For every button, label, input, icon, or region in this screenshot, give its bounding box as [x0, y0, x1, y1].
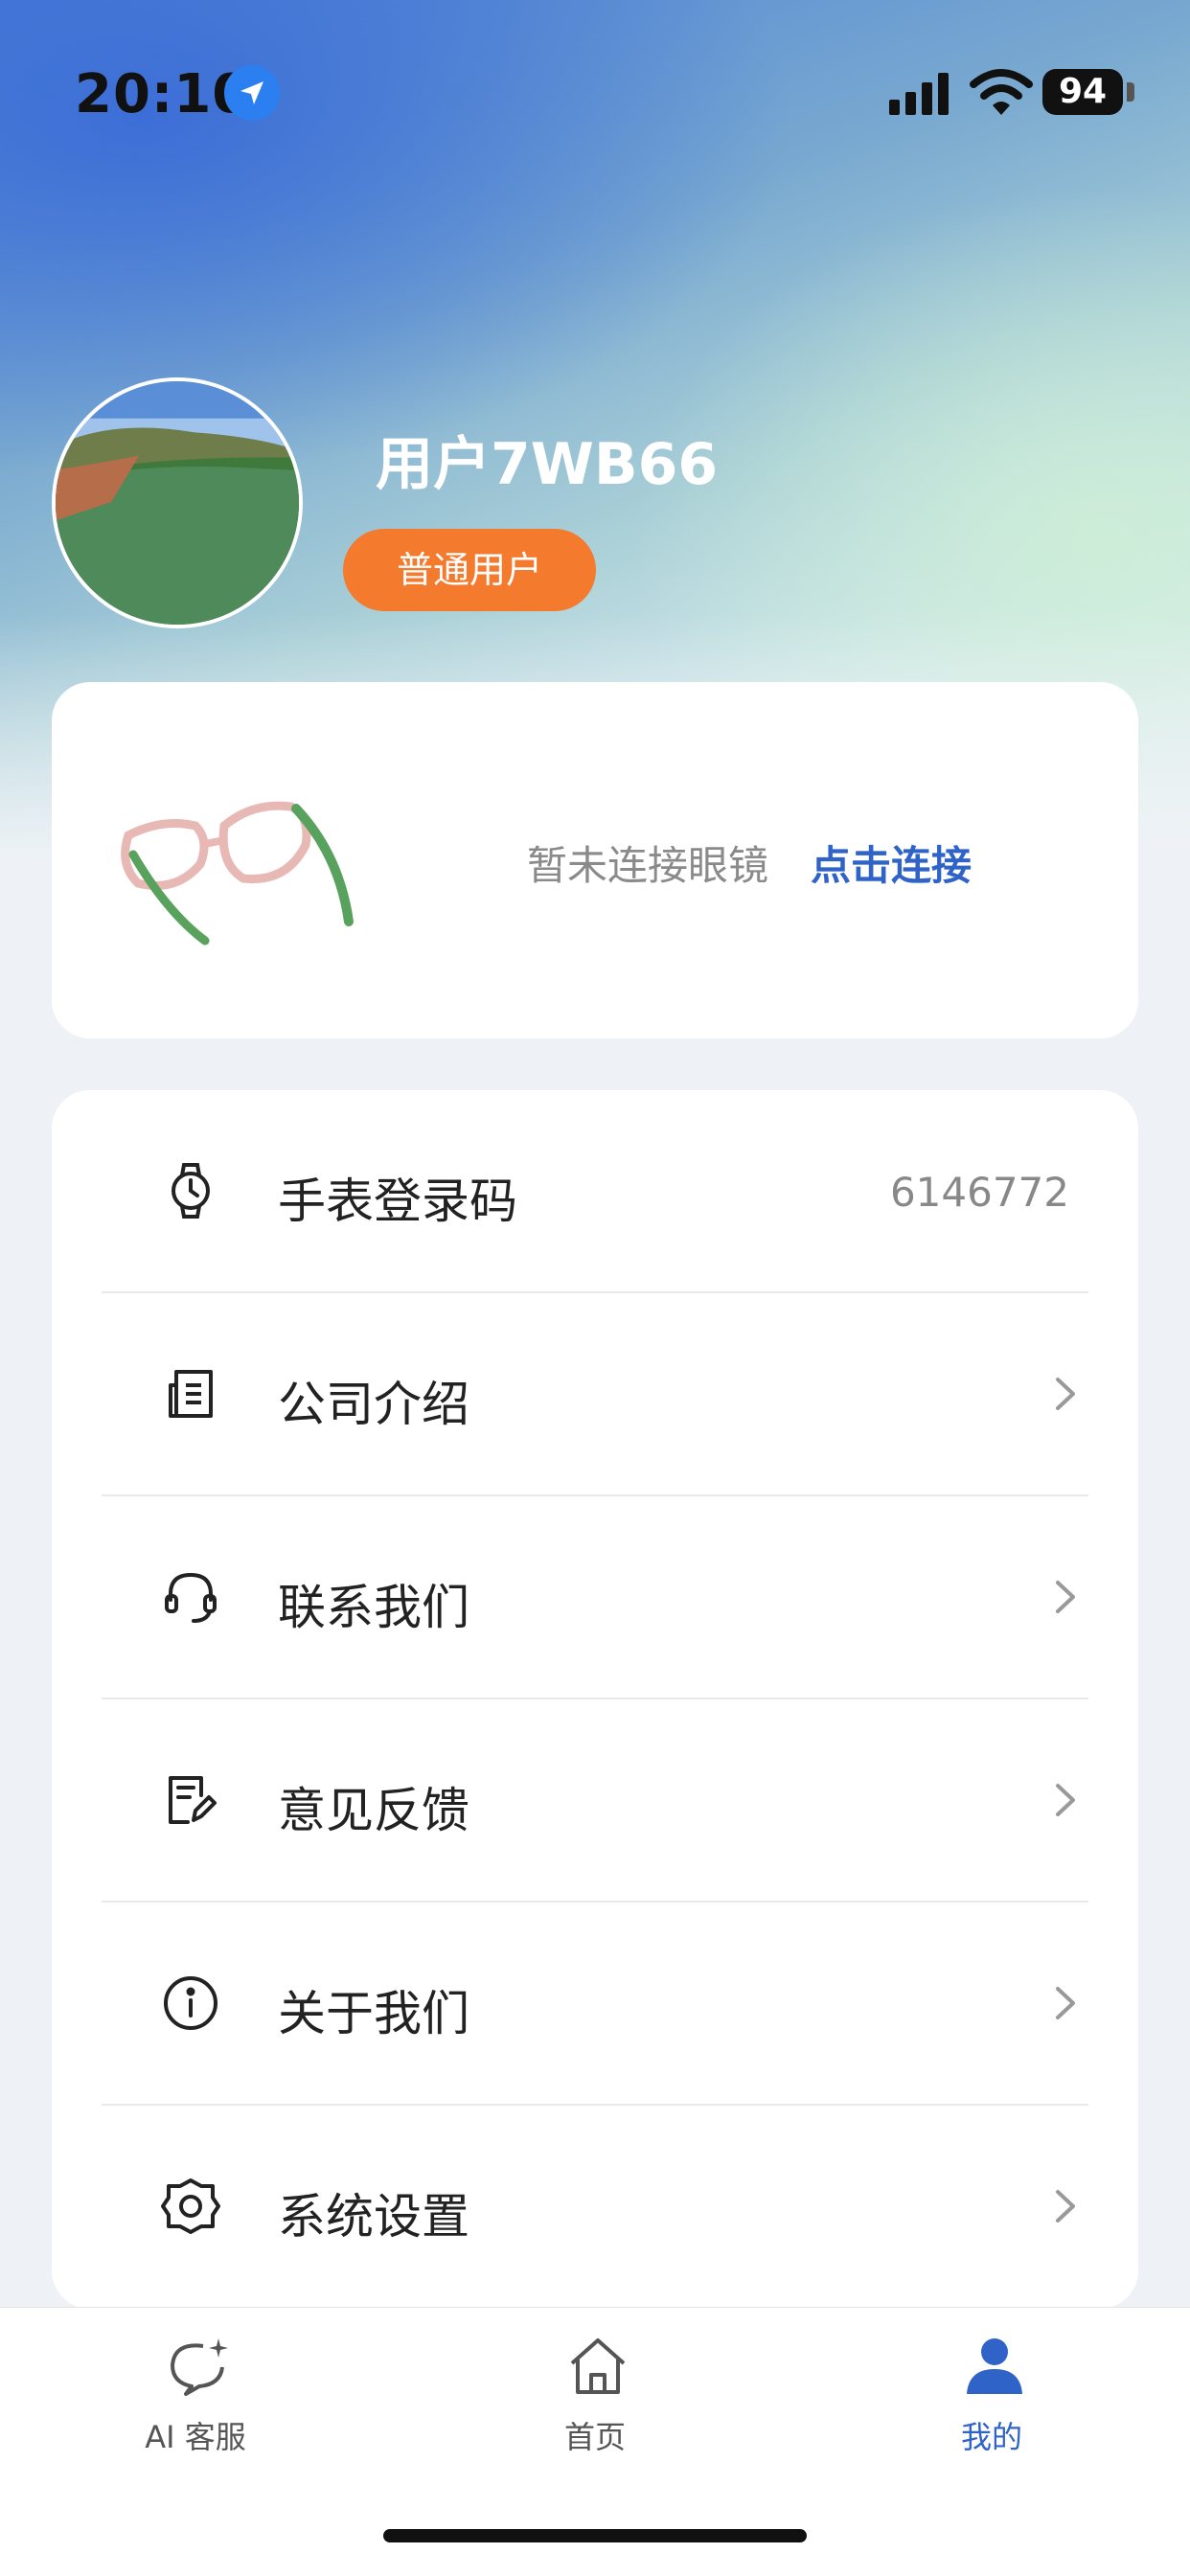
- watch-icon: [159, 1159, 222, 1222]
- menu-label: 意见反馈: [278, 1783, 469, 1838]
- watch-login-code-value: 6146772: [889, 1169, 1069, 1216]
- company-doc-icon: [159, 1362, 222, 1425]
- tab-label: 首页: [563, 2419, 626, 2455]
- chevron-right-icon: [1041, 1776, 1088, 1824]
- chevron-right-icon: [1041, 1979, 1088, 2027]
- menu-item-contact-us[interactable]: 联系我们: [102, 1496, 1088, 1699]
- chevron-right-icon: [1041, 1573, 1088, 1621]
- cellular-signal-icon: [887, 71, 950, 115]
- menu-label: 公司介绍: [278, 1377, 469, 1432]
- headset-icon: [159, 1565, 222, 1629]
- home-indicator: [383, 2529, 807, 2542]
- tab-home[interactable]: 首页: [499, 2333, 691, 2467]
- menu-item-watch-login-code[interactable]: 手表登录码 6146772: [102, 1090, 1088, 1293]
- chevron-right-icon: [1041, 2182, 1088, 2230]
- battery-tip: [1127, 82, 1134, 102]
- wifi-icon: [970, 67, 1033, 117]
- device-card: 暂未连接眼镜 点击连接: [52, 682, 1138, 1038]
- chevron-right-icon: [1041, 1370, 1088, 1418]
- tab-ai-service[interactable]: AI 客服: [100, 2333, 291, 2467]
- settings-menu: 手表登录码 6146772 公司介绍 联系我们 意见反馈 关于我们 系统设置: [52, 1090, 1138, 2309]
- menu-label: 联系我们: [278, 1580, 469, 1635]
- menu-item-about-us[interactable]: 关于我们: [102, 1903, 1088, 2106]
- username: 用户7WB66: [376, 431, 719, 498]
- feedback-edit-icon: [159, 1768, 222, 1832]
- glasses-image: [109, 749, 397, 969]
- home-icon: [564, 2333, 631, 2400]
- menu-item-system-settings[interactable]: 系统设置: [102, 2106, 1088, 2309]
- menu-label: 系统设置: [278, 2189, 469, 2245]
- tab-mine[interactable]: 我的: [896, 2333, 1087, 2467]
- person-icon: [961, 2333, 1028, 2400]
- battery-icon: 94: [1042, 69, 1123, 115]
- status-bar: 20:10 94: [0, 0, 1190, 192]
- menu-label: 关于我们: [278, 1986, 469, 2041]
- avatar[interactable]: [52, 377, 303, 628]
- gear-icon: [159, 2175, 222, 2238]
- info-icon: [159, 1972, 222, 2035]
- menu-item-feedback[interactable]: 意见反馈: [102, 1699, 1088, 1903]
- device-status-text: 暂未连接眼镜: [527, 842, 769, 889]
- connect-glasses-link[interactable]: 点击连接: [811, 833, 972, 892]
- tab-label: 我的: [960, 2419, 1022, 2455]
- location-arrow-icon: [224, 65, 280, 121]
- ai-chat-icon: [165, 2333, 232, 2400]
- menu-label: 手表登录码: [278, 1174, 517, 1229]
- user-level-badge: 普通用户: [343, 529, 596, 611]
- menu-item-company-intro[interactable]: 公司介绍: [102, 1293, 1088, 1496]
- tab-label: AI 客服: [145, 2419, 246, 2455]
